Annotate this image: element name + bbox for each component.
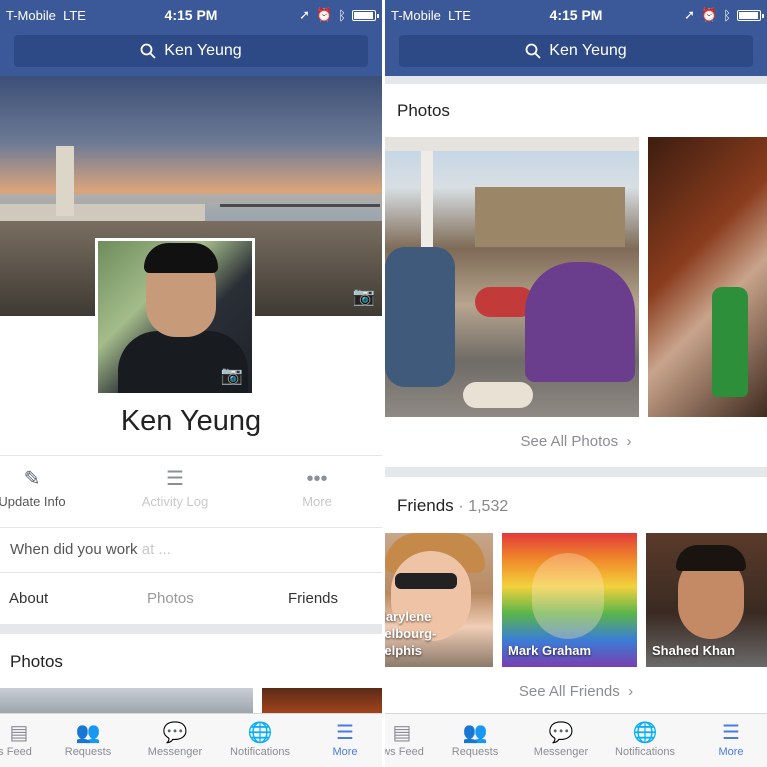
tab-photos[interactable]: Photos	[147, 590, 194, 607]
battery-icon	[737, 9, 764, 21]
search-bar[interactable]: Ken Yeung	[399, 35, 753, 67]
profile-screen-scrolled: T-Mobile LTE 4:15 PM ➚ ⏰ ᛒ Ken Yeung Pho…	[385, 0, 767, 767]
more-dots-icon: •••	[306, 468, 328, 490]
photo-strip	[0, 688, 382, 714]
divider	[385, 76, 767, 84]
nav-more[interactable]: ☰ More	[711, 720, 751, 758]
divider	[0, 624, 382, 634]
status-bar: T-Mobile LTE 4:15 PM ➚ ⏰ ᛒ	[385, 0, 767, 30]
nav-messenger[interactable]: 💬 Messenger	[140, 720, 210, 758]
update-info-button[interactable]: ✎ Update Info	[0, 456, 82, 526]
nav-notifications[interactable]: 🌐 Notifications	[222, 720, 298, 758]
photos-heading: Photos	[10, 652, 63, 671]
tab-about[interactable]: About	[9, 590, 48, 607]
hamburger-icon: ☰	[722, 722, 740, 744]
photo-thumbnail[interactable]	[262, 688, 382, 714]
search-query: Ken Yeung	[549, 42, 627, 59]
chevron-right-icon: ›	[622, 433, 632, 450]
bluetooth-icon: ᛒ	[723, 7, 731, 23]
globe-icon: 🌐	[247, 722, 273, 744]
battery-icon	[352, 9, 379, 21]
friend-name: Shahed Khan	[652, 643, 736, 658]
activity-log-button[interactable]: ☰ Activity Log	[125, 456, 225, 526]
hamburger-icon: ☰	[336, 722, 354, 744]
friends-heading: Friends · 1,532	[397, 496, 509, 515]
photo-thumbnail[interactable]	[385, 137, 639, 417]
list-icon: ☰	[166, 468, 184, 490]
bottom-nav: ▤ News Feed 👥 Requests 💬 Messenger 🌐 Not…	[0, 713, 382, 767]
alarm-icon: ⏰	[316, 7, 333, 22]
friend-card[interactable]: Mark Graham	[502, 533, 637, 667]
search-icon	[525, 43, 541, 59]
messenger-icon: 💬	[162, 722, 188, 744]
feed-icon: ▤	[9, 722, 29, 744]
nav-messenger[interactable]: 💬 Messenger	[526, 720, 596, 758]
see-all-photos-link[interactable]: See All Photos ›	[385, 433, 767, 450]
alarm-icon: ⏰	[701, 7, 718, 22]
chevron-right-icon: ›	[623, 683, 634, 700]
nav-notifications[interactable]: 🌐 Notifications	[607, 720, 683, 758]
nav-requests[interactable]: 👥 Requests	[58, 720, 118, 758]
friends-icon: 👥	[75, 722, 101, 744]
photo-thumbnail[interactable]	[648, 137, 767, 417]
friend-card[interactable]: Shahed Khan	[646, 533, 767, 667]
friend-name: Marylene Delbourg-	[385, 609, 437, 641]
more-button[interactable]: ••• More	[267, 456, 367, 526]
camera-icon[interactable]: 📷	[352, 286, 376, 306]
photos-heading: Photos	[397, 101, 450, 120]
feed-icon: ▤	[392, 722, 412, 744]
top-bar: T-Mobile LTE 4:15 PM ➚ ⏰ ᛒ Ken Yeung	[385, 0, 767, 76]
search-query: Ken Yeung	[164, 42, 242, 59]
divider	[385, 467, 767, 477]
profile-screen: T-Mobile LTE 4:15 PM ➚ ⏰ ᛒ Ken Yeung 📷 📷	[0, 0, 382, 767]
friends-count: 1,532	[468, 498, 509, 515]
globe-icon: 🌐	[632, 722, 658, 744]
friends-icon: 👥	[462, 722, 488, 744]
camera-icon[interactable]: 📷	[220, 365, 244, 385]
profile-actions: ✎ Update Info ☰ Activity Log ••• More	[0, 455, 382, 525]
location-icon: ➚	[684, 7, 695, 22]
messenger-icon: 💬	[548, 722, 574, 744]
status-bar: T-Mobile LTE 4:15 PM ➚ ⏰ ᛒ	[0, 0, 382, 30]
friend-name: Mark Graham	[508, 643, 592, 658]
bottom-nav: ▤ News Feed 👥 Requests 💬 Messenger 🌐 Not…	[385, 713, 767, 767]
location-icon: ➚	[299, 7, 310, 22]
edit-person-icon: ✎	[23, 468, 41, 490]
tab-friends[interactable]: Friends	[288, 590, 338, 607]
profile-name: Ken Yeung	[120, 405, 262, 437]
profile-subtabs: About Photos Friends	[0, 572, 382, 624]
friend-card[interactable]: Marylene Delbourg- Delphis	[385, 533, 493, 667]
profile-picture[interactable]: 📷	[95, 238, 255, 396]
work-prompt[interactable]: When did you work at ...	[0, 527, 382, 571]
bluetooth-icon: ᛒ	[338, 7, 346, 23]
nav-requests[interactable]: 👥 Requests	[445, 720, 505, 758]
search-icon	[140, 43, 156, 59]
top-bar: T-Mobile LTE 4:15 PM ➚ ⏰ ᛒ Ken Yeung	[0, 0, 382, 76]
search-bar[interactable]: Ken Yeung	[14, 35, 368, 67]
nav-news-feed[interactable]: ▤ News Feed	[385, 720, 427, 758]
photo-thumbnail[interactable]	[0, 688, 253, 714]
nav-news-feed[interactable]: ▤ News Feed	[0, 720, 44, 758]
see-all-friends-link[interactable]: See All Friends ›	[385, 683, 767, 700]
nav-more[interactable]: ☰ More	[325, 720, 365, 758]
